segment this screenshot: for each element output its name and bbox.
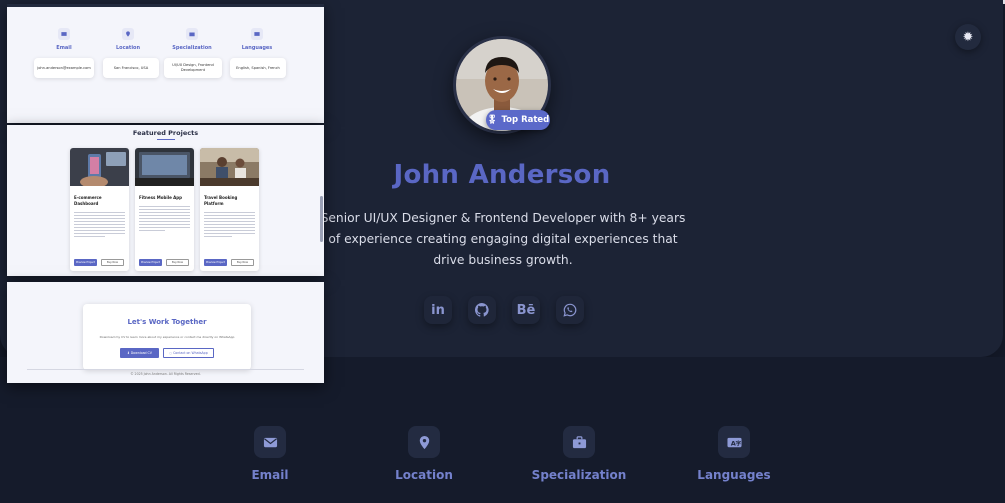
preview-info-email: Email xyxy=(34,28,94,51)
linkedin-icon: in xyxy=(431,302,445,318)
whatsapp-icon xyxy=(563,303,577,317)
footer-divider xyxy=(27,369,304,370)
title-underline xyxy=(157,139,175,140)
briefcase-icon xyxy=(563,426,595,458)
project-card[interactable]: E-commerce Dashboard Preview Project Buy… xyxy=(70,148,129,271)
project-image xyxy=(70,148,129,188)
whatsapp-label: Contact on WhatsApp xyxy=(173,351,208,355)
preview-info-specialization: Specialization xyxy=(162,28,222,51)
award-icon: 🎖 xyxy=(486,115,498,125)
contact-whatsapp-button[interactable]: ◌ Contact on WhatsApp xyxy=(163,348,214,358)
info-label: Email xyxy=(251,468,289,482)
contact-subtitle: Download my CV to learn more about my ex… xyxy=(99,335,235,339)
preview-info-label: Location xyxy=(115,45,141,51)
info-card-location: Location xyxy=(364,426,484,482)
info-card-languages: A字 Languages xyxy=(674,426,794,482)
project-title: E-commerce Dashboard xyxy=(74,195,102,206)
project-image xyxy=(135,148,194,186)
briefcase-icon xyxy=(186,28,198,40)
info-card-email: Email xyxy=(210,426,330,482)
preview-info-location: Location xyxy=(98,28,158,51)
preview-info-value: UI/UX Design, Frontend Development xyxy=(164,58,222,78)
project-description xyxy=(74,210,125,250)
preview-featured-projects[interactable]: Featured Projects E-commerce Dashboard P… xyxy=(7,125,324,276)
translate-icon: A字 xyxy=(718,426,750,458)
behance-link[interactable]: Bē xyxy=(512,296,540,324)
preview-top-bar xyxy=(7,4,324,7)
preview-info-value: San Francisco, USA xyxy=(103,58,159,78)
top-rated-badge: 🎖 Top Rated xyxy=(486,110,550,130)
envelope-icon xyxy=(254,426,286,458)
info-label: Specialization xyxy=(531,468,627,482)
preview-project-button[interactable]: Preview Project xyxy=(74,259,97,266)
preview-info-label: Languages xyxy=(241,45,273,51)
info-card-specialization: Specialization xyxy=(519,426,639,482)
preview-info-label: Email xyxy=(56,45,72,51)
preview-project-button[interactable]: Preview Project xyxy=(204,259,227,266)
github-icon xyxy=(475,303,489,317)
theme-toggle-button[interactable]: ✹ xyxy=(955,24,981,50)
linkedin-link[interactable]: in xyxy=(424,296,452,324)
project-card[interactable]: Travel Booking Platform Preview Project … xyxy=(200,148,259,271)
project-description xyxy=(204,210,255,250)
profile-name: John Anderson xyxy=(393,160,611,190)
info-label: Languages xyxy=(697,468,771,482)
contact-title: Let's Work Together xyxy=(127,318,207,326)
download-cv-button[interactable]: ⬇ Download CV xyxy=(120,348,159,358)
project-title: Fitness Mobile App xyxy=(139,195,182,200)
preview-project-button[interactable]: Preview Project xyxy=(139,259,162,266)
buy-now-button[interactable]: Buy Now xyxy=(231,259,254,266)
preview-info-languages: Languages xyxy=(227,28,287,51)
info-label: Location xyxy=(395,468,453,482)
preview-info-value: English, Spanish, French xyxy=(230,58,286,78)
behance-icon: Bē xyxy=(516,302,536,318)
preview-contact[interactable]: Let's Work Together Download my CV to le… xyxy=(7,282,324,383)
translate-icon xyxy=(251,28,263,40)
whatsapp-link[interactable] xyxy=(556,296,584,324)
contact-card: Let's Work Together Download my CV to le… xyxy=(83,304,251,370)
panel-resize-handle[interactable] xyxy=(320,196,323,242)
project-title: Travel Booking Platform xyxy=(204,195,238,206)
footer-copyright: © 2025 John Anderson. All Rights Reserve… xyxy=(130,372,201,376)
project-card[interactable]: Fitness Mobile App Preview Project Buy N… xyxy=(135,148,194,271)
social-links: in Bē xyxy=(424,296,584,324)
map-pin-icon xyxy=(122,28,134,40)
envelope-icon xyxy=(58,28,70,40)
buy-now-button[interactable]: Buy Now xyxy=(166,259,189,266)
sun-icon: ✹ xyxy=(962,29,974,45)
svg-text:字: 字 xyxy=(735,439,741,447)
project-image xyxy=(200,148,259,186)
project-description xyxy=(139,204,190,244)
buy-now-button[interactable]: Buy Now xyxy=(101,259,124,266)
map-pin-icon xyxy=(408,426,440,458)
preview-info-cards[interactable]: Email Location Specialization Languages … xyxy=(7,4,324,123)
profile-tagline: Senior UI/UX Designer & Frontend Develop… xyxy=(320,211,686,267)
download-label: Download CV xyxy=(130,351,152,355)
projects-title: Featured Projects xyxy=(132,129,199,137)
github-link[interactable] xyxy=(468,296,496,324)
preview-info-value: john.anderson@example.com xyxy=(34,58,94,78)
badge-label: Top Rated xyxy=(501,115,550,125)
preview-info-label: Specialization xyxy=(172,45,212,51)
